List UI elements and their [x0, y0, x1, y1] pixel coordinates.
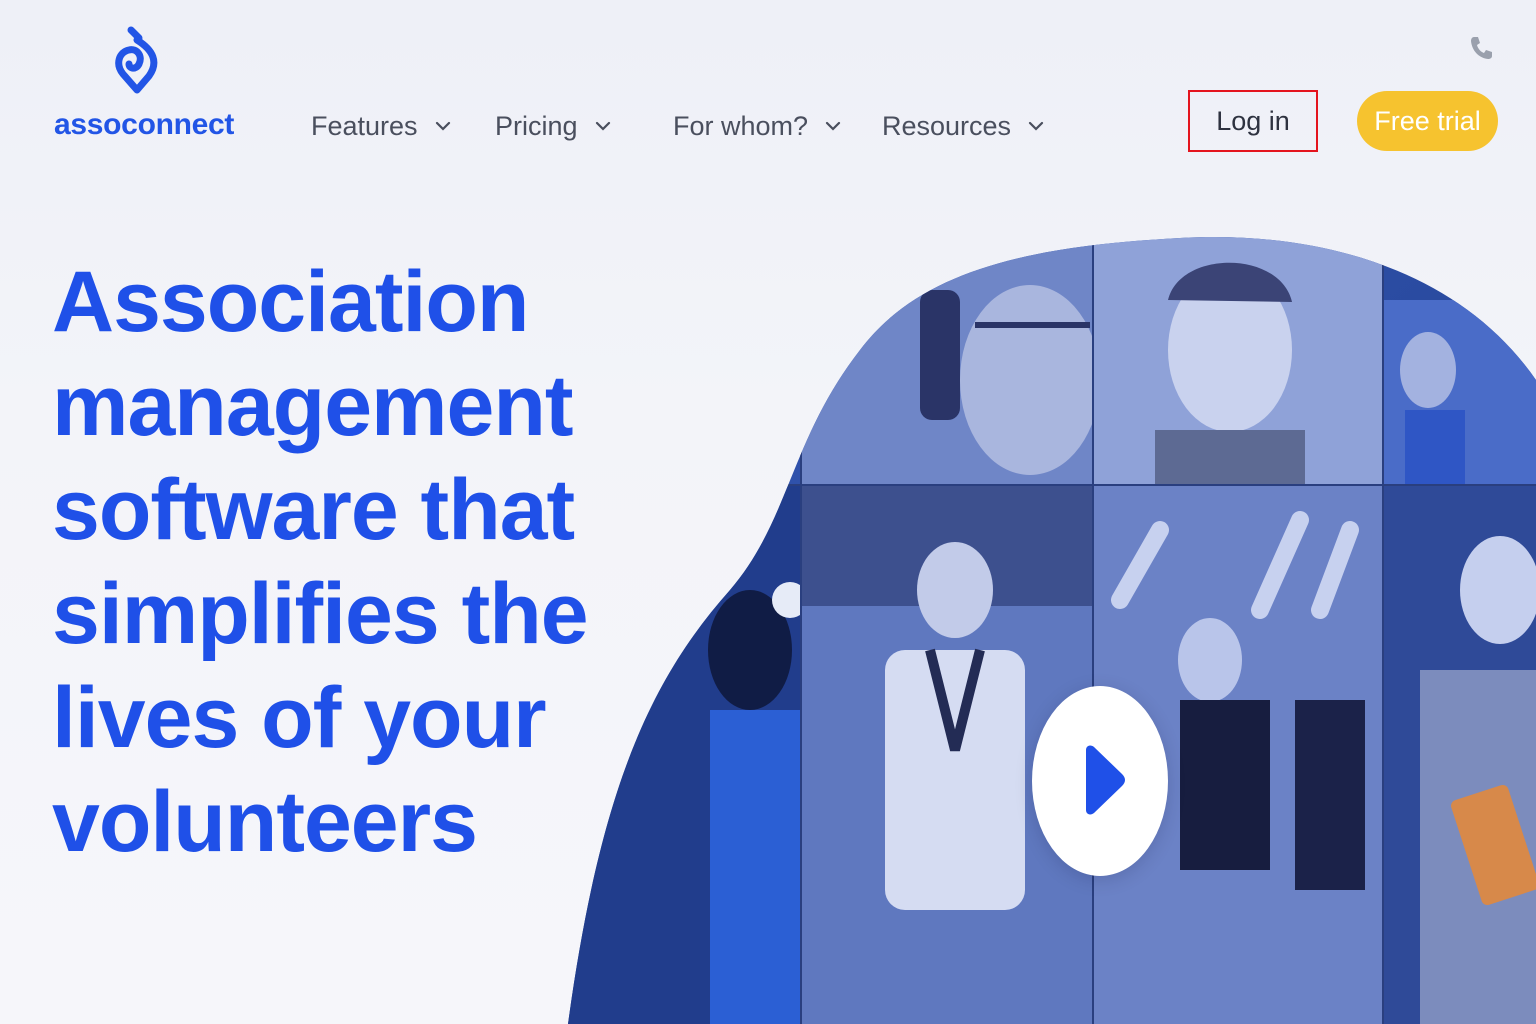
phone-icon[interactable]	[1468, 34, 1494, 62]
nav-pricing[interactable]: Pricing	[495, 106, 612, 146]
chevron-down-icon	[595, 121, 610, 131]
site-header: assoconnect Features Pricing For whom? R…	[0, 0, 1536, 190]
chevron-down-icon	[825, 121, 841, 131]
logo-mark-icon	[115, 26, 158, 94]
login-button[interactable]: Log in	[1188, 90, 1318, 152]
chevron-down-icon	[1028, 121, 1044, 131]
logo-text: assoconnect	[54, 108, 235, 141]
assoconnect-logo[interactable]: assoconnect	[54, 26, 234, 146]
nav-features[interactable]: Features	[311, 106, 452, 146]
chevron-down-icon	[435, 121, 450, 131]
nav-for-whom[interactable]: For whom?	[673, 106, 842, 146]
nav-features-label: Features	[311, 110, 418, 141]
play-icon	[1086, 745, 1125, 815]
nav-pricing-label: Pricing	[495, 110, 578, 141]
play-video-button[interactable]	[1032, 686, 1168, 876]
nav-resources[interactable]: Resources	[882, 106, 1045, 146]
nav-resources-label: Resources	[882, 110, 1012, 141]
hero-photo-collage	[568, 237, 1536, 1024]
hero-headline: Association management software that sim…	[52, 254, 589, 870]
nav-for-whom-label: For whom?	[673, 110, 809, 141]
free-trial-button[interactable]: Free trial	[1357, 91, 1498, 151]
